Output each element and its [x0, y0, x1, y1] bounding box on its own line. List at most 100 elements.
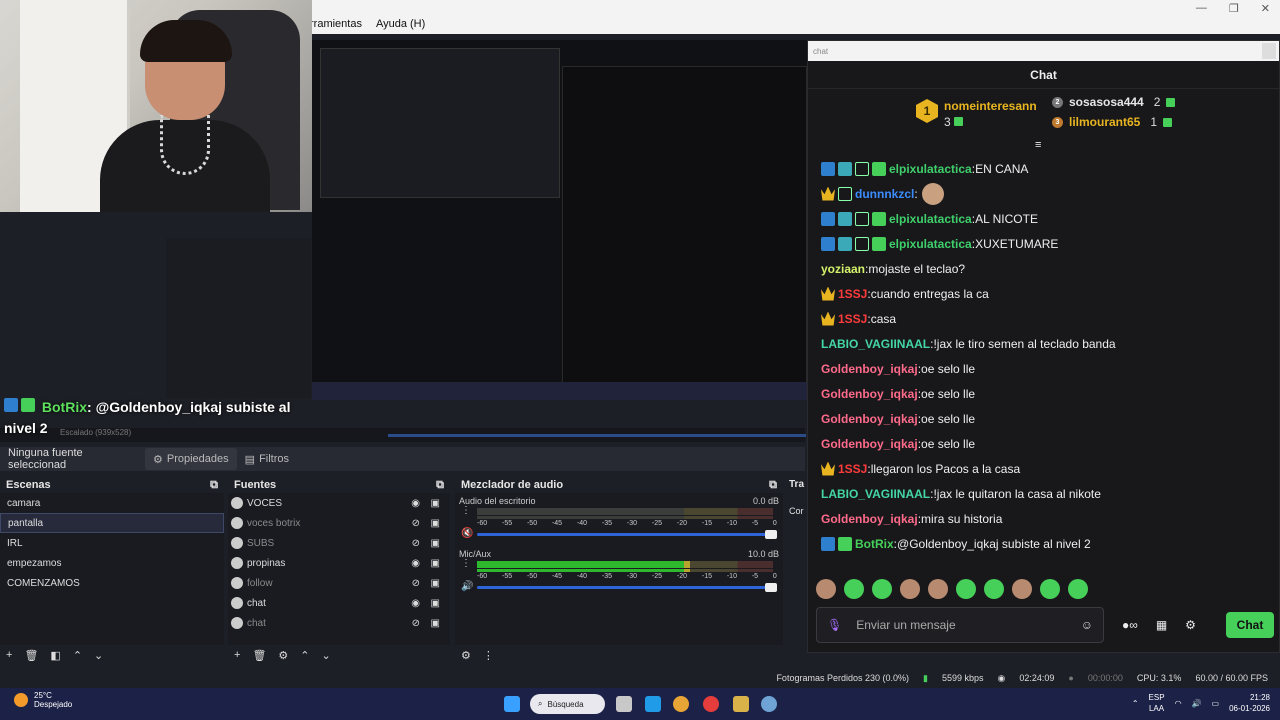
chat-username[interactable]: Goldenboy_iqkaj — [821, 387, 918, 401]
chat-username[interactable]: LABIO_VAGIINAAL — [821, 337, 930, 351]
source-item[interactable]: propinas ◉ ▣ — [228, 553, 450, 573]
slider-knob[interactable] — [765, 530, 777, 539]
obs-icon[interactable] — [703, 696, 719, 712]
wifi-icon[interactable]: ◠ — [1175, 699, 1182, 708]
lock-icon[interactable]: ▣ — [431, 518, 440, 529]
chat-username[interactable]: 1SSJ — [838, 462, 867, 476]
lock-icon[interactable]: ▣ — [431, 558, 440, 569]
add-icon[interactable]: + — [234, 649, 240, 661]
emote-icon[interactable] — [844, 579, 864, 599]
chat-username[interactable]: 1SSJ — [838, 287, 867, 301]
task-view-icon[interactable] — [616, 696, 632, 712]
points-icon[interactable]: ●∞ — [1122, 618, 1138, 632]
dock-undock-icon[interactable]: ⧉ — [210, 479, 218, 492]
chat-username[interactable]: LABIO_VAGIINAAL — [821, 487, 930, 501]
move-up-icon[interactable]: ⌃ — [73, 649, 82, 662]
emote-icon[interactable] — [984, 579, 1004, 599]
emoji-icon[interactable]: ☺ — [1081, 618, 1093, 632]
filter-icon[interactable]: ◧ — [50, 649, 60, 662]
source-item[interactable]: VOCES ◉ ▣ — [228, 493, 450, 513]
emote-icon[interactable] — [900, 579, 920, 599]
chevron-up-icon[interactable]: ⌃ — [1132, 699, 1139, 708]
microphone-icon[interactable]: 🎙 — [827, 618, 842, 632]
more-icon[interactable]: ⋮ — [461, 505, 471, 516]
chat-username[interactable]: dunnnkzcl — [855, 187, 914, 201]
source-item[interactable]: follow ⊘ ▣ — [228, 573, 450, 593]
emote-icon[interactable] — [816, 579, 836, 599]
scene-item[interactable]: camara — [0, 493, 224, 513]
chat-username[interactable]: Goldenboy_iqkaj — [821, 412, 918, 426]
properties-button[interactable]: ⚙ Propiedades — [145, 448, 237, 470]
steam-icon[interactable] — [761, 696, 777, 712]
delete-icon[interactable]: 🗑 — [252, 649, 266, 662]
search-box[interactable]: ⌕ Búsqueda — [530, 694, 605, 714]
source-item[interactable]: voces botrix ⊘ ▣ — [228, 513, 450, 533]
eye-hidden-icon[interactable]: ⊘ — [412, 618, 420, 629]
battery-icon[interactable]: ▭ — [1212, 699, 1220, 708]
dock-undock-icon[interactable]: ⧉ — [436, 479, 444, 492]
lock-icon[interactable]: ▣ — [431, 578, 440, 589]
scene-item[interactable]: empezamos — [0, 553, 224, 573]
chat-username[interactable]: 1SSJ — [838, 312, 867, 326]
move-down-icon[interactable]: ⌄ — [94, 649, 103, 662]
chat-input[interactable]: 🎙 Enviar un mensaje ☺ — [816, 607, 1104, 643]
emote-icon[interactable] — [1040, 579, 1060, 599]
chat-username[interactable]: BotRix — [855, 537, 894, 551]
chat-username[interactable]: Goldenboy_iqkaj — [821, 362, 918, 376]
chat-username[interactable]: Goldenboy_iqkaj — [821, 437, 918, 451]
chat-username[interactable]: elpixulatactica — [889, 212, 972, 226]
chrome-icon[interactable] — [673, 696, 689, 712]
leaderboard-toggle-icon[interactable]: ≡ — [1035, 139, 1041, 151]
more-icon[interactable]: ⋮ — [483, 649, 494, 662]
source-item[interactable]: chat ⊘ ▣ — [228, 613, 450, 633]
muted-speaker-icon[interactable]: 🔇 — [461, 528, 473, 539]
close-icon[interactable] — [1262, 43, 1276, 59]
delete-icon[interactable]: 🗑 — [24, 649, 38, 662]
emote-icon[interactable] — [956, 579, 976, 599]
move-up-icon[interactable]: ⌃ — [300, 649, 309, 662]
menu-help[interactable]: Ayuda (H) — [376, 18, 425, 30]
lock-icon[interactable]: ▣ — [431, 538, 440, 549]
leader-name[interactable]: nomeinteresann — [944, 99, 1037, 113]
volume-slider[interactable] — [477, 530, 777, 539]
leader-name[interactable]: lilmourant65 — [1069, 115, 1140, 129]
chat-username[interactable]: elpixulatactica — [889, 237, 972, 251]
lock-icon[interactable]: ▣ — [431, 618, 440, 629]
add-icon[interactable]: + — [6, 649, 12, 661]
language-indicator[interactable]: ESP LAA — [1149, 692, 1165, 714]
app-icon[interactable] — [733, 696, 749, 712]
emote-icon[interactable] — [1012, 579, 1032, 599]
more-icon[interactable]: ⋮ — [461, 558, 471, 569]
gear-icon[interactable]: ⚙ — [1185, 618, 1196, 632]
eye-icon[interactable]: ◉ — [411, 598, 420, 609]
filters-button[interactable]: ▤ Filtros — [237, 448, 297, 470]
eye-icon[interactable]: ◉ — [411, 498, 420, 509]
clock[interactable]: 21:28 06-01-2026 — [1229, 692, 1270, 714]
gear-icon[interactable]: ⚙ — [278, 649, 288, 662]
emote-icon[interactable] — [928, 579, 948, 599]
emote-icon[interactable] — [1068, 579, 1088, 599]
lock-icon[interactable]: ▣ — [431, 598, 440, 609]
eye-hidden-icon[interactable]: ⊘ — [412, 578, 420, 589]
scene-item[interactable]: COMENZAMOS — [0, 573, 224, 593]
start-icon[interactable] — [504, 696, 520, 712]
source-item[interactable]: SUBS ⊘ ▣ — [228, 533, 450, 553]
maximize-icon[interactable]: ❐ — [1229, 2, 1239, 15]
scene-item[interactable]: pantalla — [0, 513, 224, 533]
minimize-icon[interactable]: — — [1196, 2, 1207, 15]
chat-username[interactable]: Goldenboy_iqkaj — [821, 512, 918, 526]
send-chat-button[interactable]: Chat — [1226, 612, 1274, 638]
eye-icon[interactable]: ◉ — [411, 558, 420, 569]
weather-widget[interactable]: 25°C Despejado — [14, 691, 72, 709]
lock-icon[interactable]: ▣ — [431, 498, 440, 509]
close-icon[interactable]: ✕ — [1261, 2, 1270, 15]
emote-icon[interactable] — [872, 579, 892, 599]
chat-username[interactable]: elpixulatactica — [889, 162, 972, 176]
volume-icon[interactable]: 🔊 — [1192, 699, 1202, 708]
slider-knob[interactable] — [765, 583, 777, 592]
store-icon[interactable]: ▦ — [1156, 618, 1167, 632]
leader-name[interactable]: sosasosa444 — [1069, 95, 1144, 109]
dock-undock-icon[interactable]: ⧉ — [769, 479, 777, 492]
eye-hidden-icon[interactable]: ⊘ — [412, 538, 420, 549]
eye-hidden-icon[interactable]: ⊘ — [412, 518, 420, 529]
